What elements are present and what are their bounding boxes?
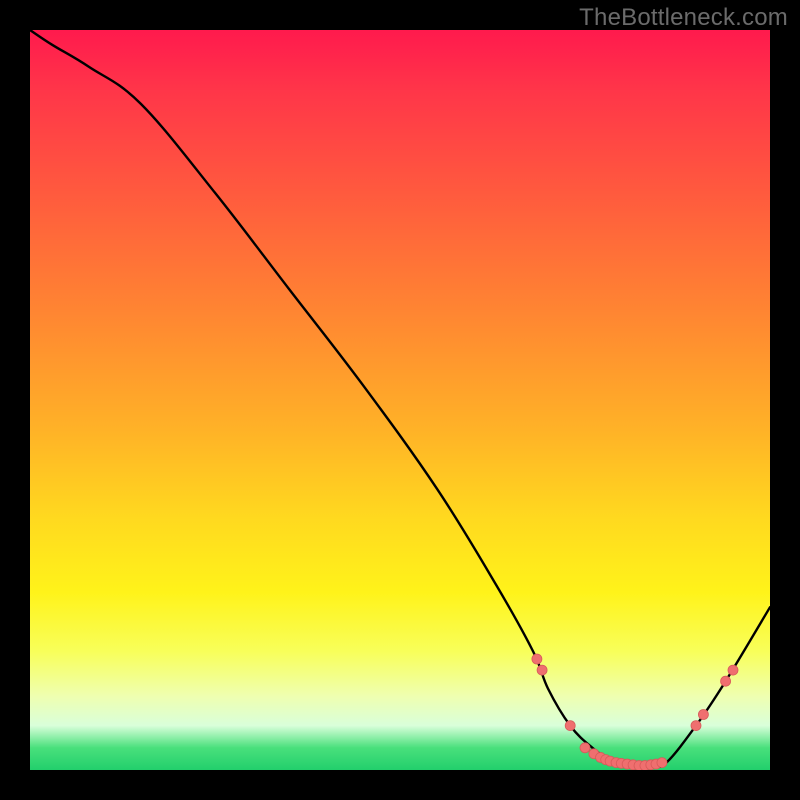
plot-area bbox=[30, 30, 770, 770]
highlight-dot bbox=[721, 676, 731, 686]
watermark-text: TheBottleneck.com bbox=[579, 4, 788, 32]
highlight-dot bbox=[728, 665, 738, 675]
bottleneck-curve-line bbox=[30, 30, 770, 767]
highlight-dots-group bbox=[532, 654, 738, 770]
chart-svg bbox=[30, 30, 770, 770]
highlight-dot bbox=[537, 665, 547, 675]
highlight-dot bbox=[691, 721, 701, 731]
chart-frame: TheBottleneck.com bbox=[0, 0, 800, 800]
highlight-dot bbox=[657, 758, 667, 768]
highlight-dot bbox=[565, 721, 575, 731]
highlight-dot bbox=[580, 743, 590, 753]
highlight-dot bbox=[532, 654, 542, 664]
highlight-dot bbox=[698, 710, 708, 720]
